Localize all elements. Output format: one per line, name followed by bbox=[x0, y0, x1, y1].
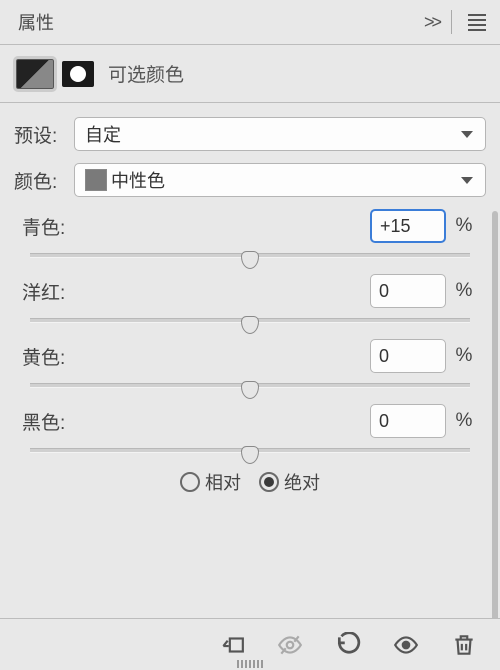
panel-menu-icon[interactable] bbox=[464, 10, 490, 35]
cyan-label: 青色: bbox=[22, 213, 370, 240]
color-swatch-icon bbox=[85, 169, 107, 191]
resize-grip-icon[interactable] bbox=[237, 660, 263, 668]
radio-icon bbox=[180, 472, 200, 492]
relative-label: 相对 bbox=[205, 469, 241, 495]
adjustment-title: 可选颜色 bbox=[108, 60, 184, 87]
yellow-slider-track[interactable] bbox=[30, 383, 470, 388]
magenta-label: 洋红: bbox=[22, 278, 370, 305]
preset-value: 自定 bbox=[85, 121, 121, 147]
scrollbar[interactable] bbox=[492, 211, 498, 631]
panel-title: 属性 bbox=[18, 9, 54, 35]
yellow-input[interactable] bbox=[370, 339, 446, 373]
colors-select[interactable]: 中性色 bbox=[74, 163, 486, 197]
delete-button[interactable] bbox=[448, 629, 480, 661]
magenta-slider-thumb[interactable] bbox=[241, 316, 259, 334]
layer-mask-icon[interactable] bbox=[62, 61, 94, 87]
cyan-slider-thumb[interactable] bbox=[241, 251, 259, 269]
yellow-label: 黄色: bbox=[22, 343, 370, 370]
collapse-icon[interactable]: >> bbox=[424, 12, 439, 33]
black-slider-track[interactable] bbox=[30, 448, 470, 453]
preset-label: 预设: bbox=[14, 121, 74, 148]
reset-button[interactable] bbox=[332, 629, 364, 661]
visibility-button[interactable] bbox=[390, 629, 422, 661]
separator bbox=[451, 10, 452, 34]
percent-label: % bbox=[446, 345, 482, 367]
selective-color-icon[interactable] bbox=[16, 59, 54, 89]
colors-value: 中性色 bbox=[111, 167, 165, 193]
method-absolute-radio[interactable]: 绝对 bbox=[259, 469, 320, 495]
view-previous-button[interactable] bbox=[274, 629, 306, 661]
yellow-slider-thumb[interactable] bbox=[241, 381, 259, 399]
preset-select[interactable]: 自定 bbox=[74, 117, 486, 151]
black-label: 黑色: bbox=[22, 408, 370, 435]
cyan-input[interactable] bbox=[370, 209, 446, 243]
cyan-slider-track[interactable] bbox=[30, 253, 470, 258]
black-slider-thumb[interactable] bbox=[241, 446, 259, 464]
percent-label: % bbox=[446, 215, 482, 237]
magenta-input[interactable] bbox=[370, 274, 446, 308]
method-relative-radio[interactable]: 相对 bbox=[180, 469, 241, 495]
magenta-slider-track[interactable] bbox=[30, 318, 470, 323]
radio-icon bbox=[259, 472, 279, 492]
colors-label: 颜色: bbox=[14, 167, 74, 194]
black-input[interactable] bbox=[370, 404, 446, 438]
percent-label: % bbox=[446, 280, 482, 302]
clip-to-layer-button[interactable] bbox=[216, 629, 248, 661]
percent-label: % bbox=[446, 410, 482, 432]
absolute-label: 绝对 bbox=[284, 469, 320, 495]
